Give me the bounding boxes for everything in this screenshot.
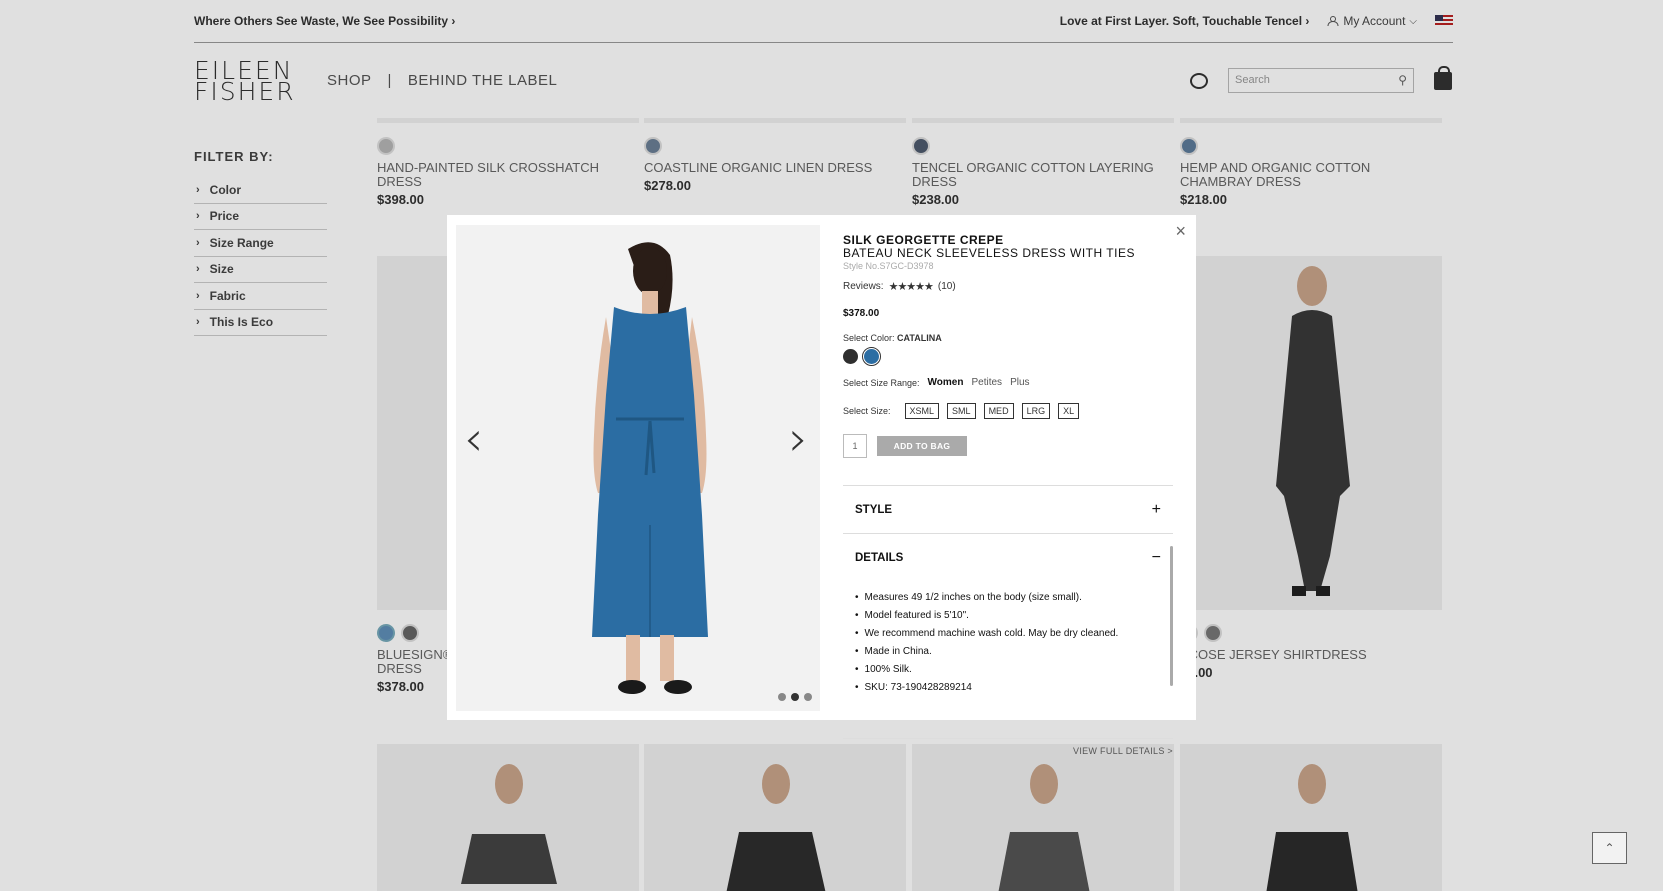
reviews-label: Reviews: bbox=[843, 281, 884, 292]
product-gallery: ‹ › bbox=[456, 225, 820, 711]
image-dot[interactable] bbox=[804, 693, 812, 701]
accordion-style-title: STYLE bbox=[855, 503, 893, 516]
quantity-input[interactable]: 1 bbox=[843, 434, 867, 458]
product-accordion: STYLE + DETAILS − Measures 49 1/2 inches… bbox=[843, 485, 1173, 756]
style-number: Style No.S7GC-D3978 bbox=[843, 261, 934, 271]
detail-item: SKU: 73-190428289214 bbox=[855, 678, 1161, 696]
quick-view-modal: × ‹ › SILK GEORGETTE CREPE BATEAU NECK S… bbox=[447, 215, 1196, 756]
minus-icon[interactable]: − bbox=[1152, 549, 1161, 567]
size-range-women[interactable]: Women bbox=[928, 377, 964, 388]
add-to-bag-button[interactable]: ADD TO BAG bbox=[877, 436, 967, 456]
selected-color: CATALINA bbox=[897, 333, 942, 343]
accordion-style-header[interactable]: STYLE + bbox=[843, 486, 1173, 534]
size-range-plus[interactable]: Plus bbox=[1010, 377, 1029, 388]
cart-row: 1 ADD TO BAG bbox=[843, 434, 1173, 458]
size-row: Select Size: XSML SML MED LRG XL bbox=[843, 403, 1173, 419]
product-photo[interactable] bbox=[456, 225, 820, 711]
color-swatch-catalina[interactable] bbox=[862, 347, 881, 366]
review-count[interactable]: (10) bbox=[938, 281, 956, 292]
detail-item: We recommend machine wash cold. May be d… bbox=[855, 624, 1161, 642]
size-sml-button[interactable]: SML bbox=[947, 403, 976, 419]
size-label: Select Size: bbox=[843, 406, 891, 416]
product-title: BATEAU NECK SLEEVELESS DRESS WITH TIES bbox=[843, 246, 1135, 260]
detail-item: 100% Silk. bbox=[855, 660, 1161, 678]
product-price: $378.00 bbox=[843, 308, 880, 319]
previous-image-arrow[interactable]: ‹ bbox=[464, 411, 483, 467]
view-full-details-link[interactable]: VIEW FULL DETAILS > bbox=[843, 738, 1173, 756]
detail-item: Measures 49 1/2 inches on the body (size… bbox=[855, 588, 1161, 606]
color-row: Select Color: CATALINA bbox=[843, 333, 1173, 343]
color-label: Select Color: bbox=[843, 333, 895, 343]
detail-item: Made in China. bbox=[855, 642, 1161, 660]
size-med-button[interactable]: MED bbox=[983, 403, 1014, 419]
reviews-row[interactable]: Reviews: ★★★★★ (10) bbox=[843, 280, 1173, 293]
size-range-label: Select Size Range: bbox=[843, 377, 920, 388]
accordion-details-title: DETAILS bbox=[855, 552, 904, 564]
size-xl-button[interactable]: XL bbox=[1058, 403, 1080, 419]
color-swatches bbox=[843, 347, 1173, 366]
plus-icon[interactable]: + bbox=[1152, 501, 1161, 519]
size-lrg-button[interactable]: LRG bbox=[1021, 403, 1051, 419]
next-image-arrow[interactable]: › bbox=[789, 411, 808, 467]
star-rating-icon[interactable]: ★★★★★ bbox=[889, 280, 934, 293]
product-info: SILK GEORGETTE CREPE BATEAU NECK SLEEVEL… bbox=[843, 233, 1173, 756]
image-pager bbox=[778, 693, 812, 701]
details-panel: Measures 49 1/2 inches on the body (size… bbox=[843, 546, 1173, 738]
size-xsml-button[interactable]: XSML bbox=[904, 403, 940, 419]
accordion-details-header[interactable]: DETAILS − bbox=[843, 534, 1173, 582]
size-range-row: Select Size Range: Women Petites Plus bbox=[843, 377, 1173, 388]
page: Where Others See Waste, We See Possibili… bbox=[0, 0, 1663, 891]
details-scrollbar[interactable] bbox=[1170, 546, 1173, 686]
back-to-top-button[interactable]: ⌃ bbox=[1592, 832, 1627, 864]
size-range-petites[interactable]: Petites bbox=[971, 377, 1002, 388]
close-icon[interactable]: × bbox=[1175, 221, 1186, 242]
color-swatch-black[interactable] bbox=[843, 349, 858, 364]
image-dot-active[interactable] bbox=[791, 693, 799, 701]
product-fabric: SILK GEORGETTE CREPE bbox=[843, 233, 1004, 247]
image-dot[interactable] bbox=[778, 693, 786, 701]
detail-item: Model featured is 5'10". bbox=[855, 606, 1161, 624]
